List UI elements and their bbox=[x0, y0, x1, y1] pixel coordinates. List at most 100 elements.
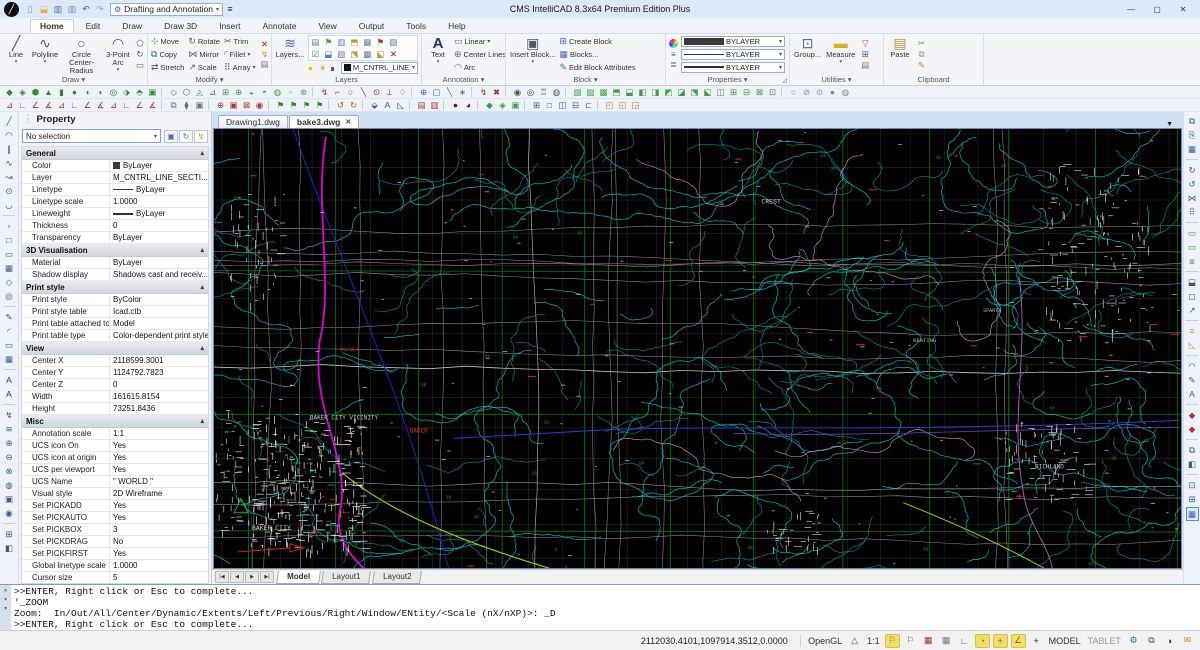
layer-tool-icon[interactable]: ▦ bbox=[361, 36, 374, 48]
toolbar-icon[interactable]: ◠ bbox=[1186, 360, 1199, 374]
toolbar-icon[interactable]: ⊡ bbox=[1186, 479, 1199, 493]
ribbon-group-button[interactable]: ⊡ Group... bbox=[793, 36, 822, 72]
toolbar-icon[interactable]: ◧ bbox=[3, 542, 16, 556]
toolbar-icon[interactable]: ◨ bbox=[649, 86, 662, 98]
property-value[interactable]: Yes bbox=[110, 453, 208, 462]
property-value[interactable]: 3 bbox=[110, 525, 208, 534]
toolbar-icon[interactable]: ◈ bbox=[496, 99, 509, 111]
layer-tool-icon[interactable]: ▧ bbox=[387, 36, 400, 48]
ribbon-scale-button[interactable]: ↗ Scale bbox=[188, 61, 220, 74]
toolbar-icon[interactable]: ▣ bbox=[146, 86, 159, 98]
toolbar-icon[interactable]: ⊗ bbox=[3, 465, 16, 479]
toolbar-icon[interactable]: ◍ bbox=[271, 86, 284, 98]
property-value[interactable]: ByLayer bbox=[110, 258, 208, 267]
ribbon-paste-button[interactable]: ▤ Paste bbox=[887, 36, 913, 72]
toolbar-icon[interactable]: ↯ bbox=[318, 86, 331, 98]
ribbon-edit-block-attributes-button[interactable]: ✎ Edit Block Attributes bbox=[559, 62, 635, 73]
property-value[interactable]: M_CNTRL_LINE_SECTI... bbox=[110, 173, 208, 182]
layout-nav-button[interactable]: ◀ bbox=[230, 571, 244, 583]
toolbar-icon[interactable]: ⊠ bbox=[753, 86, 766, 98]
toolbar-icon[interactable]: ⊡ bbox=[766, 86, 779, 98]
ribbon-center-lines-button[interactable]: ⊕Center Lines▾ bbox=[454, 49, 505, 60]
toolbar-icon[interactable]: ◍ bbox=[3, 479, 16, 493]
ribbon-array-button[interactable]: ⠿ Array ▾ bbox=[224, 61, 256, 74]
ribbon-measure-button[interactable]: ▬ Measure ▾ bbox=[825, 36, 856, 72]
toolbar-icon[interactable]: A bbox=[1186, 388, 1199, 402]
panel-caption-block[interactable]: Block ▾ bbox=[506, 74, 665, 85]
toolbar-icon[interactable]: ▦ bbox=[3, 262, 16, 276]
toolbar-icon[interactable]: ≡ bbox=[1186, 325, 1199, 339]
toolbar-icon[interactable]: ⊛ bbox=[297, 86, 310, 98]
toolbar-icon[interactable]: ◱ bbox=[616, 99, 629, 111]
property-section-general[interactable]: General ▴ bbox=[22, 147, 208, 160]
property-row[interactable]: Visual style 2D Wireframe bbox=[22, 488, 208, 500]
toolbar-icon[interactable]: ⊞ bbox=[727, 86, 740, 98]
notification-icon[interactable]: ✉ bbox=[1180, 634, 1195, 648]
property-row[interactable]: Print table attached to Model bbox=[22, 318, 208, 330]
menu-tab-edit[interactable]: Edit bbox=[76, 19, 111, 33]
undo-icon[interactable]: ↶ bbox=[79, 4, 93, 15]
property-value[interactable]: Icad.ctb bbox=[110, 307, 208, 316]
ribbon-insert-block-button[interactable]: ▣ Insert Block... ▾ bbox=[509, 36, 556, 72]
toolbar-icon[interactable]: ▭ bbox=[3, 339, 16, 353]
layer-tool-icon[interactable]: ⬕ bbox=[374, 48, 387, 60]
tab-list-dropdown-icon[interactable]: ▼ bbox=[1158, 121, 1181, 128]
toolbar-icon[interactable]: ✎ bbox=[1186, 374, 1199, 388]
layer-lock-icon[interactable]: ∎ bbox=[330, 62, 340, 74]
prev-command-icon[interactable]: ▾ bbox=[4, 596, 8, 603]
menu-tab-output[interactable]: Output bbox=[349, 19, 395, 33]
ribbon-line-button[interactable]: ╱ Line ▾ bbox=[3, 36, 29, 72]
ribbon-mirror-button[interactable]: ⋈ Mirror bbox=[188, 48, 220, 61]
toolbar-icon[interactable]: ↯ bbox=[477, 86, 490, 98]
property-value[interactable]: Color-dependent print style bbox=[110, 331, 208, 340]
ribbon-fillet-button[interactable]: ◜ Fillet ▾ bbox=[224, 48, 256, 61]
toolbar-icon[interactable]: ⚑ bbox=[274, 99, 287, 111]
ribbon-erase-button[interactable]: ✕ bbox=[261, 39, 269, 49]
toolbar-icon[interactable]: ⊥ bbox=[383, 86, 396, 98]
layer-tool-icon[interactable]: ✕ bbox=[387, 48, 400, 60]
toolbar-icon[interactable]: ⬙ bbox=[368, 99, 381, 111]
toolbar-icon[interactable]: ⬡ bbox=[180, 86, 193, 98]
toolbar-icon[interactable]: ⊕ bbox=[232, 86, 245, 98]
toolbar-icon[interactable]: ▤ bbox=[415, 99, 428, 111]
toolbar-icon[interactable]: ● bbox=[68, 86, 81, 98]
entity-track-icon[interactable]: + bbox=[992, 633, 1008, 648]
toolbar-icon[interactable]: ◆ bbox=[1186, 423, 1199, 437]
toolbar-icon[interactable]: ∠ bbox=[29, 99, 42, 111]
property-value[interactable]: No bbox=[110, 537, 208, 546]
layer-on-icon[interactable]: ● bbox=[308, 62, 318, 74]
toolbar-icon[interactable]: ⬢ bbox=[29, 86, 42, 98]
toolbar-icon[interactable]: ⊞ bbox=[219, 86, 232, 98]
property-row[interactable]: Linetype ByLayer bbox=[22, 184, 208, 196]
toolbar-icon[interactable]: ◓ bbox=[258, 86, 271, 98]
toolbar-icon[interactable]: ▧ bbox=[571, 86, 584, 98]
property-value[interactable]: Yes bbox=[110, 513, 208, 522]
collapse-icon[interactable]: ▴ bbox=[200, 283, 204, 291]
ribbon-linetype-combo[interactable]: BYLAYER ▾ bbox=[681, 48, 785, 60]
dialog-launcher-icon[interactable]: ◿ bbox=[782, 77, 787, 84]
annotation-scale-icon[interactable]: △ bbox=[847, 634, 862, 648]
ribbon-arc-dimension-button[interactable]: ◠ Arc bbox=[454, 62, 502, 73]
ribbon-rotate-button[interactable]: ↻ Rotate bbox=[188, 35, 220, 48]
layout-nav-button[interactable]: ▶ bbox=[245, 571, 259, 583]
ortho-icon[interactable]: ∟ bbox=[957, 634, 972, 648]
toolbar-icon[interactable]: ∟ bbox=[68, 99, 81, 111]
property-value[interactable]: 0 bbox=[110, 380, 208, 389]
selection-combo[interactable]: No selection ▾ bbox=[22, 129, 161, 143]
ribbon-polyline-button[interactable]: ∿ Polyline ▾ bbox=[32, 36, 58, 72]
toolbar-icon[interactable]: ↺ bbox=[334, 99, 347, 111]
property-row[interactable]: Material ByLayer bbox=[22, 257, 208, 269]
toolbar-icon[interactable]: A bbox=[3, 388, 16, 402]
layer-tool-icon[interactable]: ▩ bbox=[361, 48, 374, 60]
toolbar-icon[interactable]: ◈ bbox=[16, 86, 29, 98]
property-row[interactable]: UCS Name " WORLD " bbox=[22, 476, 208, 488]
toolbar-icon[interactable]: ⊕ bbox=[214, 99, 227, 111]
layer-tool-icon[interactable]: ⚑ bbox=[322, 36, 335, 48]
redo-icon[interactable]: ↷ bbox=[93, 4, 107, 15]
layout-nav-button[interactable]: ▶| bbox=[260, 571, 274, 583]
map-drawing[interactable]: 30 19 18 12 25 24 1 36 12 1 36 12 1 36 31 30 12 25 12 18 6 24… bbox=[214, 129, 1181, 568]
toolbar-icon[interactable]: ◒ bbox=[245, 86, 258, 98]
property-row[interactable]: UCS icon On Yes bbox=[22, 440, 208, 452]
toolbar-icon[interactable]: A bbox=[3, 374, 16, 388]
toolbar-icon[interactable]: ⧈ bbox=[1186, 255, 1199, 269]
